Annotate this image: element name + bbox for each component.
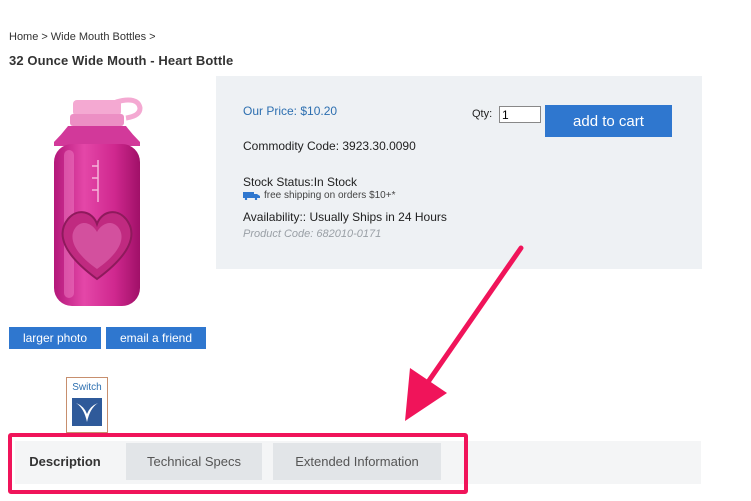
larger-photo-button[interactable]: larger photo: [9, 327, 101, 349]
shipping-text: free shipping on orders $10+*: [264, 190, 396, 201]
page-title: 32 Ounce Wide Mouth - Heart Bottle: [9, 53, 234, 68]
bottle-image: [54, 97, 143, 306]
add-to-cart-button[interactable]: add to cart: [545, 105, 672, 137]
commodity-code: Commodity Code: 3923.30.0090: [243, 139, 416, 153]
product-code: Product Code: 682010-0171: [243, 228, 382, 240]
highlight-box: [8, 433, 468, 494]
shipping-note: free shipping on orders $10+*: [243, 190, 395, 201]
qty-input[interactable]: [499, 106, 541, 123]
qty-label: Qty:: [472, 108, 493, 120]
product-image[interactable]: [38, 94, 158, 310]
stock-status: Stock Status:In Stock: [243, 175, 358, 189]
truck-icon: [243, 192, 260, 200]
breadcrumb-separator: >: [41, 31, 48, 43]
product-info-panel: Our Price: $10.20 Commodity Code: 3923.3…: [216, 76, 702, 269]
switch-badge[interactable]: Switch: [66, 377, 108, 433]
availability: Availability:: Usually Ships in 24 Hours: [243, 210, 447, 224]
switch-logo-icon: [72, 398, 102, 426]
switch-label: Switch: [72, 382, 102, 393]
breadcrumb: Home > Wide Mouth Bottles >: [9, 31, 159, 43]
price-label: Our Price:: [243, 104, 301, 118]
breadcrumb-category-link[interactable]: Wide Mouth Bottles: [51, 31, 146, 43]
price-value: $10.20: [300, 104, 338, 118]
price-line: Our Price: $10.20: [243, 104, 337, 118]
breadcrumb-home-link[interactable]: Home: [9, 31, 38, 43]
breadcrumb-separator: >: [149, 31, 156, 43]
email-friend-button[interactable]: email a friend: [106, 327, 206, 349]
